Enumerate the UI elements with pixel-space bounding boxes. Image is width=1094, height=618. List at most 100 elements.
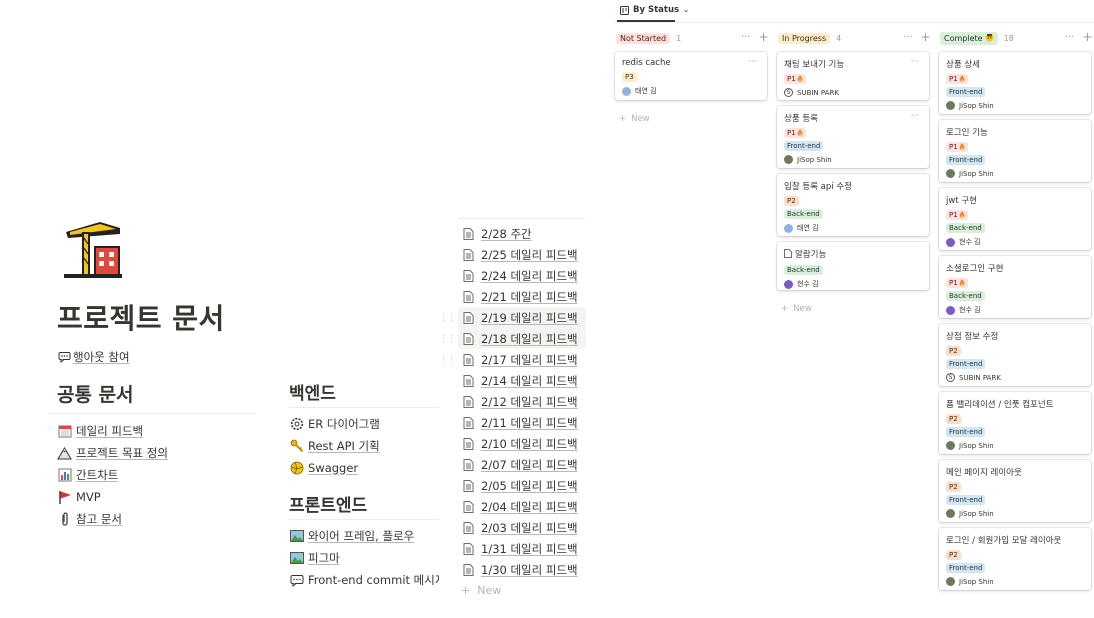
board-column-header[interactable]: In Progress 4 [778,32,841,44]
page-icon [461,541,476,556]
feedback-page-item[interactable]: 2/25 데일리 피드백 [458,244,586,265]
feedback-page-label: 2/18 데일리 피드백 [481,331,578,346]
more-options-icon[interactable]: ··· [903,32,913,43]
frontend-link-label: Front-end commit 메시지 규칙 [308,573,439,587]
common-link-label: 간트차트 [76,468,119,482]
priority-label: P1 [949,143,958,151]
common-link-mvp[interactable]: MVP [57,489,101,504]
common-link-project-goal[interactable]: 프로젝트 목표 정의 [57,445,168,461]
board-card[interactable]: 입찰 등록 api 수정 P2 Back-end 태연 김 [777,174,929,236]
card-more-icon[interactable]: ··· [907,57,923,69]
drag-handle-icon[interactable]: ⋮⋮ [439,313,456,323]
feedback-page-label: 2/25 데일리 피드백 [481,247,578,262]
user-avatar [946,169,955,178]
huddle-link-label: 행아웃 참여 [73,350,130,364]
area-tag: Front-end [946,427,986,437]
feedback-page-item[interactable]: 2/05 데일리 피드백 [458,475,586,496]
column-actions: ··· + [903,31,931,43]
assignee-name: JiSop Shin [959,101,994,110]
add-card-icon[interactable]: + [759,31,769,43]
mountain-icon [57,446,72,461]
page-icon [461,310,476,325]
card-title: 폼 밸리데이션 / 인풋 컴포넌트 [946,400,1054,410]
board-card[interactable]: 메인 페이지 레이아웃 P2 Front-end JiSop Shin [939,460,1091,522]
feedback-page-item[interactable]: 2/10 데일리 피드백 [458,433,586,454]
more-options-icon[interactable]: ··· [741,32,751,43]
backend-link-swagger[interactable]: Swagger [289,460,358,475]
fire-icon [958,143,965,151]
user-avatar [946,509,955,518]
add-card-icon[interactable]: + [921,31,931,43]
board-card[interactable]: 로그인 기능 P1 Front-end JiSop Shin [939,120,1091,182]
backend-link-er-diagram[interactable]: ER 다이어그램 [289,416,380,432]
huddle-link[interactable]: 행아웃 참여 [57,349,130,365]
board-card[interactable]: 상점 정보 수정 P2 Front-end S SUBIN PARK [939,324,1091,386]
frontend-link-commit-rules[interactable]: Front-end commit 메시지 규칙 [289,572,439,588]
feedback-page-item[interactable]: 2/12 데일리 피드백 [458,391,586,412]
more-options-icon[interactable]: ··· [1065,32,1075,43]
card-title-row: 폼 밸리데이션 / 인풋 컴포넌트 [946,398,1084,410]
plus-icon: + [619,114,627,124]
card-more-icon[interactable]: ··· [907,111,923,123]
board-card[interactable]: redis cache ··· P3 태연 김 [615,52,767,100]
board-column-header[interactable]: Not Started 1 [616,32,681,44]
frontend-link-figma[interactable]: 피그마 [289,550,340,566]
board-card[interactable]: jwt 구현 P1 Back-end 현수 김 [939,188,1091,250]
status-label: Complete [944,33,983,43]
feedback-page-item[interactable]: 2/14 데일리 피드백 [458,370,586,391]
new-page-button[interactable]: + New [458,580,586,601]
common-link-label: MVP [76,489,101,504]
board-card[interactable]: 로그인 / 회원가입 모달 레이아웃 P2 Front-end JiSop Shin [939,528,1091,590]
drag-handle-icon[interactable]: ⋮⋮ [439,334,456,344]
board-card[interactable]: 상품 등록 ··· P1 Front-end JiSop Shin [777,106,929,168]
feedback-page-item[interactable]: 2/24 데일리 피드백 [458,265,586,286]
feedback-page-item[interactable]: 2/04 데일리 피드백 [458,496,586,517]
board-card[interactable]: 채팅 보내기 기능 ··· P1 S SUBIN PARK [777,52,929,100]
feedback-page-label: 1/30 데일리 피드백 [481,562,578,577]
view-tab-by-status[interactable]: By Status ⌄ [619,5,689,15]
assignee: S SUBIN PARK [946,373,1084,382]
feedback-page-item[interactable]: 2/21 데일리 피드백 [458,286,586,307]
priority-tag: P2 [946,346,961,356]
new-card-label: New [793,304,812,314]
feedback-page-item[interactable]: 2/03 데일리 피드백 [458,517,586,538]
board-column-header[interactable]: Complete 18 [940,31,1014,45]
board-card[interactable]: 폼 밸리데이션 / 인풋 컴포넌트 P2 Front-end JiSop Shin [939,392,1091,454]
card-more-icon[interactable]: ··· [745,57,761,69]
page-title: 프로젝트 문서 [57,302,225,335]
feedback-page-item[interactable]: 1/31 데일리 피드백 [458,538,586,559]
feedback-page-item[interactable]: 2/07 데일리 피드백 [458,454,586,475]
common-link-daily-feedback[interactable]: 데일리 피드백 [57,423,143,439]
common-link-reference-docs[interactable]: 참고 문서 [57,511,122,527]
area-tag: Front-end [946,359,986,369]
board-card[interactable]: 소셜로그인 구현 P1 Back-end 현수 김 [939,256,1091,318]
feedback-page-item[interactable]: 2/17 데일리 피드백 [458,349,586,370]
feedback-page-list: 2/28 주간 2/25 데일리 피드백 2/24 데일리 피드백 2/21 데일리 … [458,223,586,601]
board-card[interactable]: 상품 상세 P1 Front-end JiSop Shin [939,52,1091,114]
common-docs-heading: 공통 문서 [57,384,134,406]
assignee: 태연 김 [784,223,922,233]
feedback-page-item[interactable]: 2/11 데일리 피드백 [458,412,586,433]
board-card[interactable]: 알람기능 Back-end 현수 김 [777,242,929,290]
common-link-gantt-chart[interactable]: 간트차트 [57,467,118,483]
frontend-link-wireframe[interactable]: 와이어 프레임, 플로우 [289,528,414,544]
new-card-button[interactable]: + New [781,304,812,314]
feedback-page-item[interactable]: 2/19 데일리 피드백 [458,307,586,328]
crane-construction-icon[interactable] [60,218,126,282]
feedback-page-item[interactable]: 2/28 주간 [458,223,586,244]
status-badge: Not Started [616,32,671,44]
feedback-page-item[interactable]: 2/18 데일리 피드백 [458,328,586,349]
priority-label: P2 [949,415,958,423]
priority-label: P2 [787,197,796,205]
add-card-icon[interactable]: + [1083,31,1093,43]
new-card-button[interactable]: + New [619,114,650,124]
feedback-page-item[interactable]: 1/30 데일리 피드백 [458,559,586,580]
card-title: 소셜로그인 구현 [946,264,1004,274]
priority-label: P2 [949,483,958,491]
backend-link-rest-api[interactable]: Rest API 기획 [289,438,380,454]
card-title: 상점 정보 수정 [946,332,999,342]
fire-icon [796,75,803,83]
feedback-page-label: 2/03 데일리 피드백 [481,520,578,535]
assignee: 현수 김 [946,237,1084,247]
drag-handle-icon[interactable]: ⋮⋮ [439,355,456,365]
